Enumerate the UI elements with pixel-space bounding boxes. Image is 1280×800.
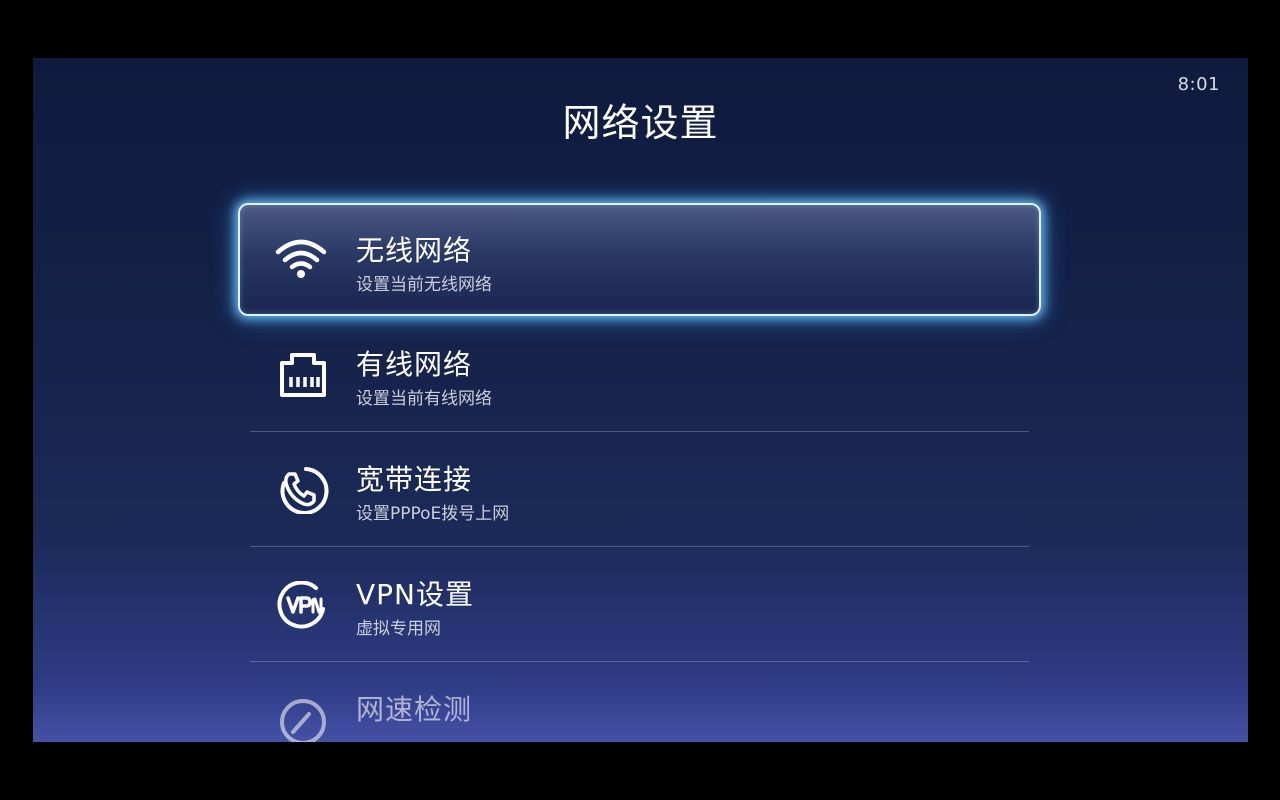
menu-item-wireless[interactable]: 无线网络 设置当前无线网络 <box>238 203 1041 316</box>
menu-item-title: 有线网络 <box>356 348 473 381</box>
speedometer-icon <box>276 696 330 742</box>
menu-item-broadband[interactable]: 宽带连接 设置PPPoE拨号上网 <box>250 432 1029 547</box>
tv-screen: 8:01 网络设置 无线网络 设置当前无线网络 有线网络 设置当前有线网络 宽带… <box>33 58 1248 742</box>
menu-item-title: 宽带连接 <box>356 463 473 496</box>
menu-item-wired[interactable]: 有线网络 设置当前有线网络 <box>250 317 1029 432</box>
menu-item-subtitle: 设置当前有线网络 <box>356 389 492 409</box>
menu-item-title: 网速检测 <box>356 693 473 726</box>
menu-item-subtitle: 虚拟专用网 <box>356 619 441 639</box>
menu-item-speed-test[interactable]: 网速检测 <box>250 662 1029 742</box>
menu-item-subtitle: 设置PPPoE拨号上网 <box>356 504 510 524</box>
vpn-icon <box>276 581 330 629</box>
phone-icon <box>276 466 330 514</box>
menu-item-title: 无线网络 <box>356 234 473 267</box>
settings-menu: 无线网络 设置当前无线网络 有线网络 设置当前有线网络 宽带连接 设置PPPoE… <box>33 58 1248 742</box>
menu-item-title: VPN设置 <box>356 578 474 611</box>
menu-item-subtitle: 设置当前无线网络 <box>356 275 492 295</box>
menu-item-vpn[interactable]: VPN设置 虚拟专用网 <box>250 547 1029 662</box>
wifi-icon <box>274 235 328 283</box>
ethernet-icon <box>276 351 330 399</box>
